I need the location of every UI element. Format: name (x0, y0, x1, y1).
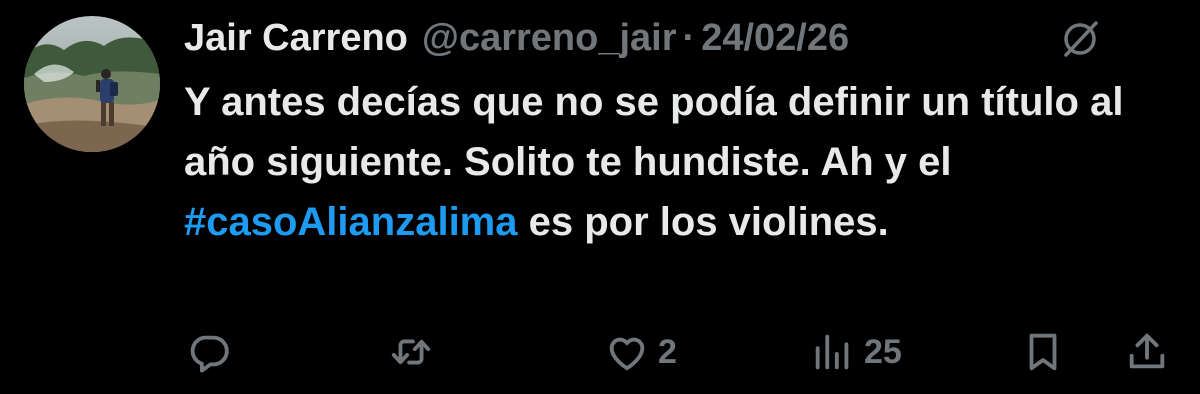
repost-icon (391, 339, 431, 365)
author-name[interactable]: Jair Carreno (184, 12, 408, 64)
like-button[interactable]: 2 (604, 322, 677, 382)
avatar-photo (24, 16, 160, 152)
reply-icon (190, 335, 229, 373)
heart-icon (609, 337, 645, 371)
tweet-text-end: es por los violines. (517, 200, 889, 244)
share-icon (1129, 333, 1165, 369)
avatar[interactable] (24, 16, 160, 152)
grok-icon[interactable] (1058, 17, 1102, 61)
views-count: 25 (864, 332, 902, 371)
share-button[interactable] (1124, 322, 1170, 382)
action-bar: 2 25 (0, 322, 1200, 382)
author-handle[interactable]: @carreno_jair (422, 12, 677, 64)
tweet-text: Y antes decías que no se podía definir u… (184, 72, 1164, 252)
bookmark-button[interactable] (1020, 322, 1066, 382)
views-button[interactable]: 25 (810, 322, 902, 382)
like-count: 2 (658, 332, 677, 371)
repost-button[interactable] (388, 322, 434, 382)
tweet-header: Jair Carreno @carreno_jair · 24/02/26 (184, 12, 849, 64)
views-icon (815, 334, 849, 370)
reply-button[interactable] (186, 322, 232, 382)
tweet-text-start: Y antes decías que no se podía definir u… (184, 80, 1124, 184)
tweet[interactable]: Jair Carreno @carreno_jair · 24/02/26 Y … (0, 0, 1200, 394)
post-date[interactable]: 24/02/26 (701, 12, 849, 64)
hashtag-link[interactable]: #casoAlianzalima (184, 200, 518, 244)
separator-dot: · (682, 17, 696, 59)
bookmark-icon (1029, 333, 1057, 371)
